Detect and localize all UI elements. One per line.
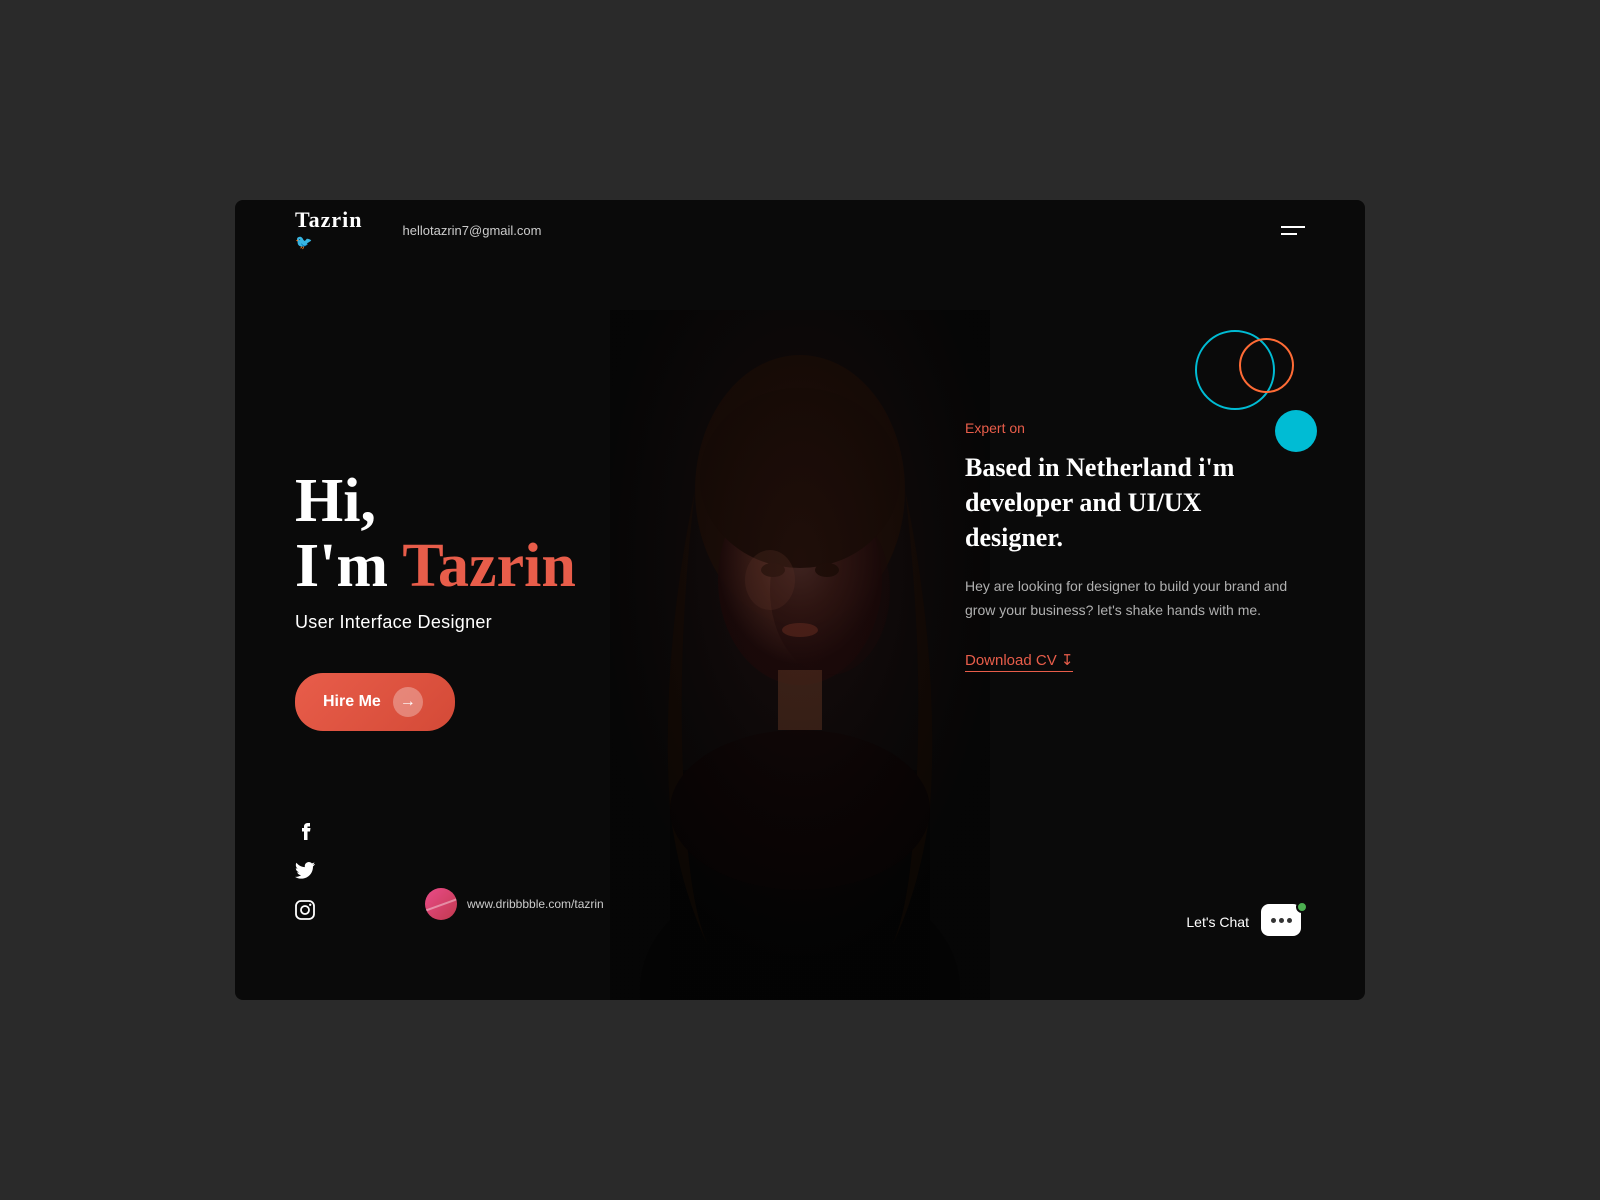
dribbble-url: www.dribbbble.com/tazrin	[467, 897, 604, 911]
hire-arrow-icon: →	[393, 687, 423, 717]
chat-dot-2	[1279, 918, 1284, 923]
greeting-im: I'm Tazrin	[295, 532, 576, 600]
download-cv-button[interactable]: Download CV ↧	[965, 651, 1073, 672]
social-icons	[295, 820, 315, 920]
hire-me-button[interactable]: Hire Me →	[295, 673, 455, 731]
twitter-icon[interactable]	[295, 860, 315, 880]
chat-dot-1	[1271, 918, 1276, 923]
menu-button[interactable]	[1281, 226, 1305, 235]
greeting-hi: Hi,	[295, 470, 576, 532]
dribbble-badge[interactable]: www.dribbbble.com/tazrin	[425, 888, 604, 920]
chat-bubble-main	[1261, 904, 1301, 936]
logo-text: Tazrin	[295, 208, 363, 232]
menu-line-1	[1281, 226, 1305, 228]
instagram-icon[interactable]	[295, 900, 315, 920]
chat-dot-3	[1287, 918, 1292, 923]
menu-line-2	[1281, 233, 1297, 235]
dribbble-icon	[425, 888, 457, 920]
hero-name: Tazrin	[402, 532, 575, 600]
right-description: Hey are looking for designer to build yo…	[965, 575, 1305, 623]
chat-label: Let's Chat	[1186, 914, 1249, 930]
hero-right-content: Expert on Based in Netherland i'm develo…	[965, 420, 1305, 672]
hire-btn-label: Hire Me	[323, 693, 381, 711]
portrait-svg	[610, 310, 990, 1000]
facebook-icon[interactable]	[295, 820, 315, 840]
logo-area: Tazrin 🐦	[295, 208, 363, 251]
expert-label: Expert on	[965, 420, 1305, 436]
header: Tazrin 🐦 hellotazrin7@gmail.com	[235, 200, 1365, 260]
circle-orange-outline	[1239, 338, 1294, 393]
hero-left-content: Hi, I'm Tazrin User Interface Designer H…	[295, 470, 576, 731]
greeting-im-text: I'm	[295, 532, 402, 600]
portfolio-page: Tazrin 🐦 hellotazrin7@gmail.com	[235, 200, 1365, 1000]
header-email: hellotazrin7@gmail.com	[403, 223, 542, 238]
logo-bird-icon: 🐦	[295, 235, 312, 252]
portrait-area	[590, 260, 1010, 1000]
hero-role: User Interface Designer	[295, 612, 576, 633]
download-cv-label: Download CV ↧	[965, 651, 1073, 669]
chat-widget[interactable]: Let's Chat	[1186, 904, 1305, 940]
chat-bubble-icon	[1261, 904, 1305, 940]
chat-online-indicator	[1296, 901, 1308, 913]
right-headline: Based in Netherland i'm developer and UI…	[965, 450, 1305, 555]
